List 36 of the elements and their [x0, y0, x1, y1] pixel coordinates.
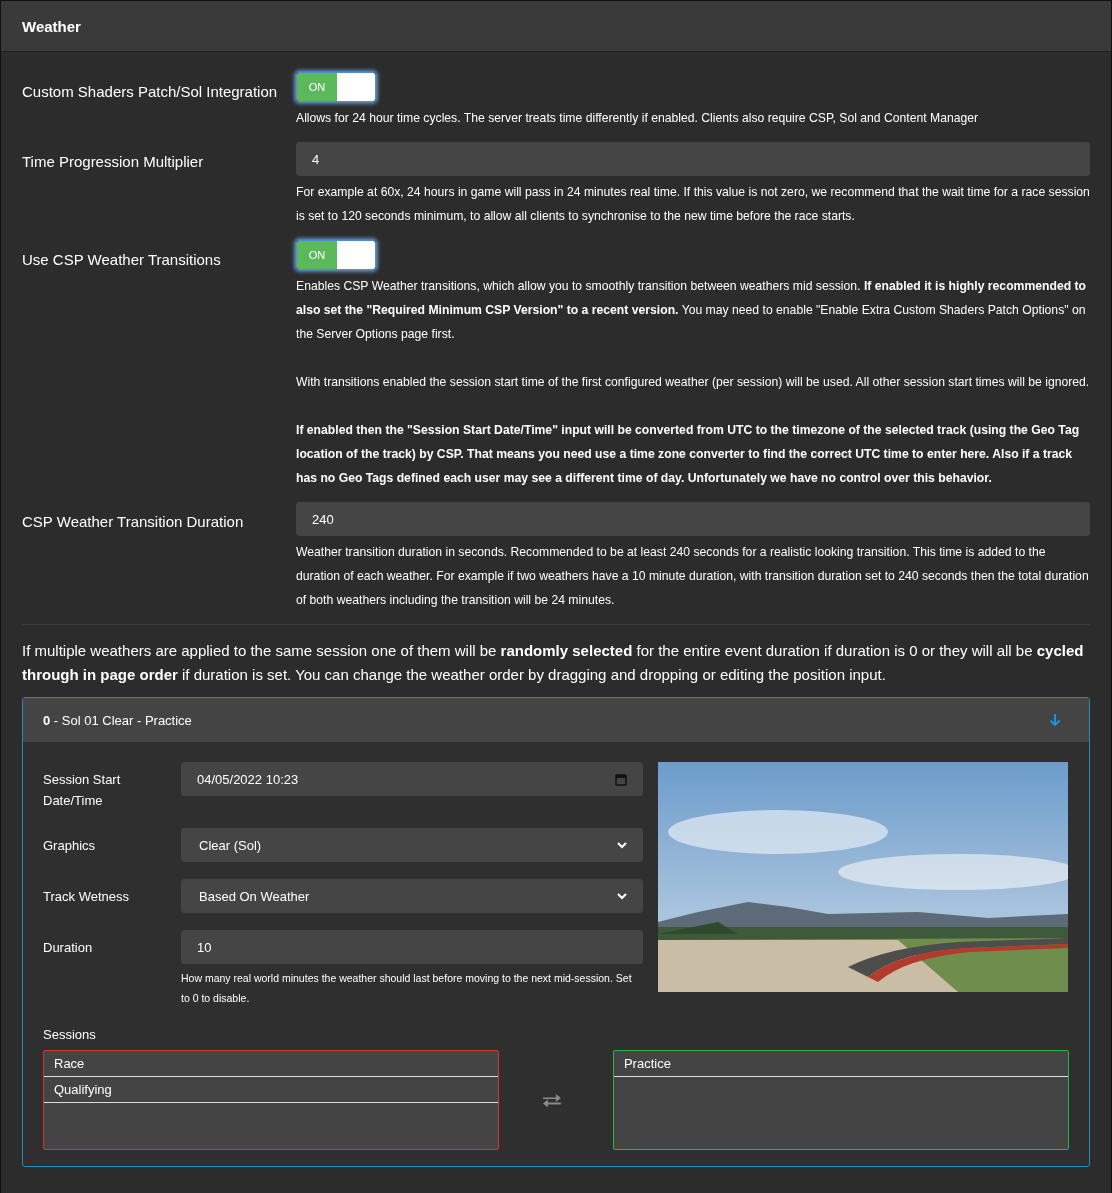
setting-label: Custom Shaders Patch/Sol Integration: [22, 82, 279, 102]
field-label: Session Start Date/Time: [43, 771, 122, 810]
swap-icon[interactable]: [541, 1092, 563, 1108]
field-label: Duration: [43, 939, 94, 957]
dropdown[interactable]: Clear (Sol): [181, 828, 643, 862]
help-text: With transitions enabled the session start time of the first configured weather (per session) will be used. All other session start times will be ignored.: [296, 374, 1090, 391]
setting-label: CSP Weather Transition Duration: [22, 512, 245, 532]
chevron-down-icon: [617, 841, 627, 849]
session-item[interactable]: Qualifying: [44, 1077, 499, 1103]
text-field[interactable]: 4: [296, 142, 1090, 176]
toggle-label: ON: [297, 241, 337, 269]
setting-label: Time Progression Multiplier: [22, 152, 205, 172]
text-field[interactable]: 240: [296, 502, 1090, 536]
setting-label: Use CSP Weather Transitions: [22, 250, 222, 270]
help-text: Enables CSP Weather transitions, which allow you to smoothly transition between weathers mid session. If enabled it is highly recommended to also set the "Required Minimum CSP Version" to a recent version. You may need to enable "Enable Extra Custom Shaders Patch Options" on the Server Options page first.: [296, 278, 1088, 343]
help-text: If enabled then the "Session Start Date/Time" input will be converted from UTC to the timezone of the selected track (using the Geo Tag location of the track) by CSP. That means you need use a time zone converter to find the correct UTC time to enter here. Also if a track has no Geo Tags defined each user may see a different time of day. Unfortunately we have no control over this behavior.: [296, 422, 1081, 487]
session-item[interactable]: Race: [44, 1051, 499, 1077]
info-text: If multiple weathers are applied to the same session one of them will be randomly selected for the entire event duration if duration is 0 or they will all be cycled through in page order if duration is set. You can change the weather order by dragging and dropping or editing the position input.: [22, 641, 1085, 685]
arrow-down-icon[interactable]: [1049, 713, 1061, 727]
panel-title: Weather: [22, 17, 81, 35]
weather-title: 0 - Sol 01 Clear - Practice: [43, 712, 192, 728]
dropdown[interactable]: Based On Weather: [181, 879, 643, 913]
field-label: Graphics: [43, 837, 97, 855]
session-item[interactable]: Practice: [613, 1051, 1068, 1077]
sessions-label: Sessions: [43, 1027, 97, 1042]
chevron-down-icon: [617, 892, 627, 900]
date-time-field[interactable]: 04/05/2022 10:23: [181, 762, 643, 796]
toggle-label: ON: [297, 73, 337, 101]
help-text: How many real world minutes the weather should last before moving to the next mid-session. Set to 0 to disable.: [181, 971, 633, 1006]
help-text: Allows for 24 hour time cycles. The server treats time differently if enabled. Clients also require CSP, Sol and Content Manager: [296, 110, 980, 127]
help-text: For example at 60x, 24 hours in game will pass in 24 minutes real time. If this value is not zero, we recommend that the wait time for a race session is set to 120 seconds minimum, to allow all clients to synchronise to the new time before the race starts.: [296, 184, 1090, 225]
field-label: Track Wetness: [43, 888, 130, 906]
card-header[interactable]: 0 - Sol 01 Clear - Practice: [23, 698, 1089, 742]
calendar-icon[interactable]: [615, 772, 627, 786]
help-text: Weather transition duration in seconds. Recommended to be at least 240 seconds for a realistic looking transition. This time is added to the duration of each weather. For example if two weathers have a 10 minute duration, with transition duration set to 240 seconds then the total duration of both weathers including the transition will be 24 minutes.: [296, 544, 1090, 609]
text-field[interactable]: 10: [181, 930, 643, 964]
